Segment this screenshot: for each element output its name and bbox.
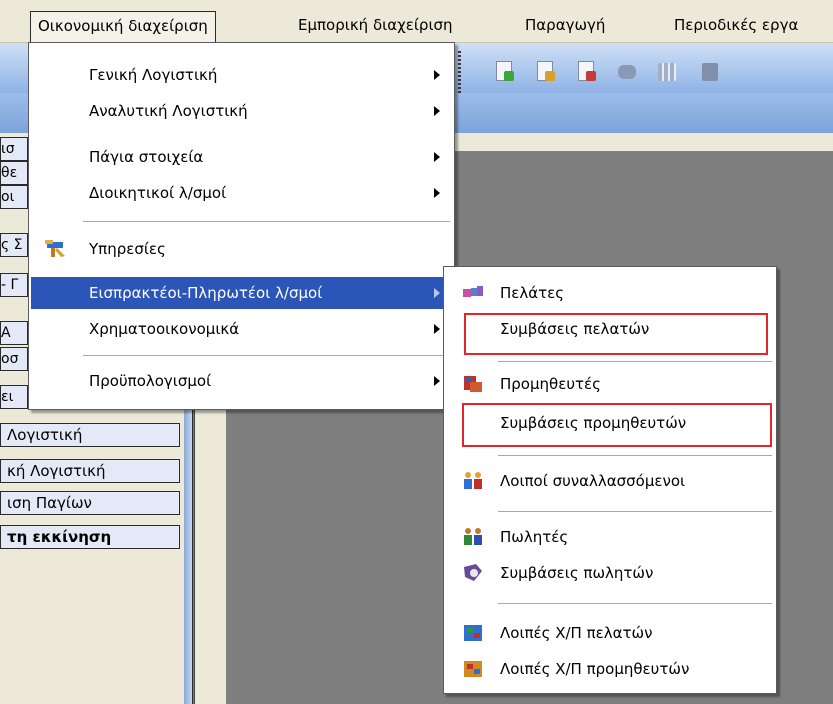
save-icon[interactable]	[700, 61, 722, 85]
nav-stub-2[interactable]: θε	[0, 161, 28, 185]
submenu-item-salesmen[interactable]: Πωλητές	[446, 521, 774, 553]
menu-bar: Οικονομική διαχείριση Εμπορική διαχείρισ…	[0, 0, 833, 43]
menu-separator	[498, 511, 772, 512]
submenu-arrow-icon	[434, 152, 440, 162]
submenu-arrow-icon	[434, 188, 440, 198]
customers-other-dc-icon	[464, 625, 482, 641]
menu-item-services[interactable]: Υπηρεσίες	[31, 233, 452, 265]
nav-stub-8[interactable]: ει	[0, 385, 28, 409]
submenu-item-salesmen-contracts[interactable]: Συμβάσεις πωλητών	[446, 557, 774, 589]
menu-commercial-management[interactable]: Εμπορική διαχείριση	[291, 12, 460, 38]
annotation-box-supplier-contracts	[462, 403, 772, 447]
suppliers-icon	[464, 376, 482, 392]
menu-separator	[498, 361, 772, 362]
nav-stub-4[interactable]: ς Σ	[0, 233, 28, 257]
nav-stub-7[interactable]: οσ	[0, 347, 28, 371]
menu-item-treasury[interactable]: Χρηματοοικονομικά	[31, 313, 452, 345]
submenu-arrow-icon	[434, 70, 440, 80]
menu-item-general-ledger[interactable]: Γενική Λογιστική	[31, 59, 452, 91]
submenu-arrow-icon	[434, 376, 440, 386]
financial-management-menu: Γενική Λογιστική Αναλυτική Λογιστική Πάγ…	[28, 42, 455, 410]
nav-stub-5[interactable]: - Γ	[0, 273, 28, 297]
annotation-box-customer-contracts	[464, 313, 768, 355]
grid-icon[interactable]	[656, 61, 678, 85]
nav-stub-1[interactable]: ισ	[0, 137, 28, 161]
submenu-arrow-icon	[434, 324, 440, 334]
menu-item-receivables-payables[interactable]: Εισπρακτέοι-Πληρωτέοι λ/σμοί	[31, 277, 452, 309]
customers-icon	[463, 286, 483, 297]
nav-item-quick-start[interactable]: τη εκκίνηση	[0, 525, 180, 549]
toolbar-grip[interactable]	[458, 51, 461, 95]
submenu-item-suppliers[interactable]: Προμηθευτές	[446, 368, 774, 400]
edit-record-icon[interactable]	[535, 61, 557, 85]
menu-separator	[498, 603, 772, 604]
delete-record-icon[interactable]	[576, 61, 598, 85]
menu-item-admin-accounts[interactable]: Διοικητικοί λ/σμοί	[31, 177, 452, 209]
nav-stub-3[interactable]: οι	[0, 185, 28, 209]
submenu-item-suppliers-other-dc[interactable]: Λοιπές Χ/Π προμηθευτών	[446, 653, 774, 685]
submenu-item-customers-other-dc[interactable]: Λοιπές Χ/Π πελατών	[446, 617, 774, 649]
salesmen-contracts-icon	[464, 564, 482, 581]
menu-periodic-tasks[interactable]: Περιοδικές εργα	[667, 12, 805, 38]
receivables-payables-submenu: Πελάτες Συμβάσεις πελατών Προμηθευτές Συ…	[443, 266, 777, 694]
menu-separator	[83, 221, 450, 222]
menu-production[interactable]: Παραγωγή	[518, 12, 612, 38]
refresh-icon[interactable]	[616, 61, 638, 85]
menu-financial-management[interactable]: Οικονομική διαχείριση	[30, 11, 216, 42]
services-icon	[45, 240, 65, 257]
nav-item-analytic-ledger[interactable]: κή Λογιστική	[0, 459, 180, 483]
submenu-arrow-icon	[434, 106, 440, 116]
menu-item-budgets[interactable]: Προϋπολογισμοί	[31, 365, 452, 397]
menu-item-analytic-ledger[interactable]: Αναλυτική Λογιστική	[31, 95, 452, 127]
nav-stub-6[interactable]: Α	[0, 321, 28, 345]
salesmen-icon	[464, 528, 482, 545]
menu-item-fixed-assets[interactable]: Πάγια στοιχεία	[31, 141, 452, 173]
suppliers-other-dc-icon	[464, 661, 482, 677]
nav-item-general-ledger[interactable]: Λογιστική	[0, 423, 180, 447]
menu-separator	[83, 355, 450, 356]
submenu-item-other-partners[interactable]: Λοιποί συναλλασσόμενοι	[446, 465, 774, 497]
other-partners-icon	[464, 472, 482, 489]
new-record-icon[interactable]	[494, 61, 516, 85]
menu-separator	[498, 455, 772, 456]
submenu-arrow-icon	[434, 288, 440, 298]
nav-item-fixed-assets[interactable]: ιση Παγίων	[0, 491, 180, 515]
submenu-item-customers[interactable]: Πελάτες	[446, 277, 774, 309]
